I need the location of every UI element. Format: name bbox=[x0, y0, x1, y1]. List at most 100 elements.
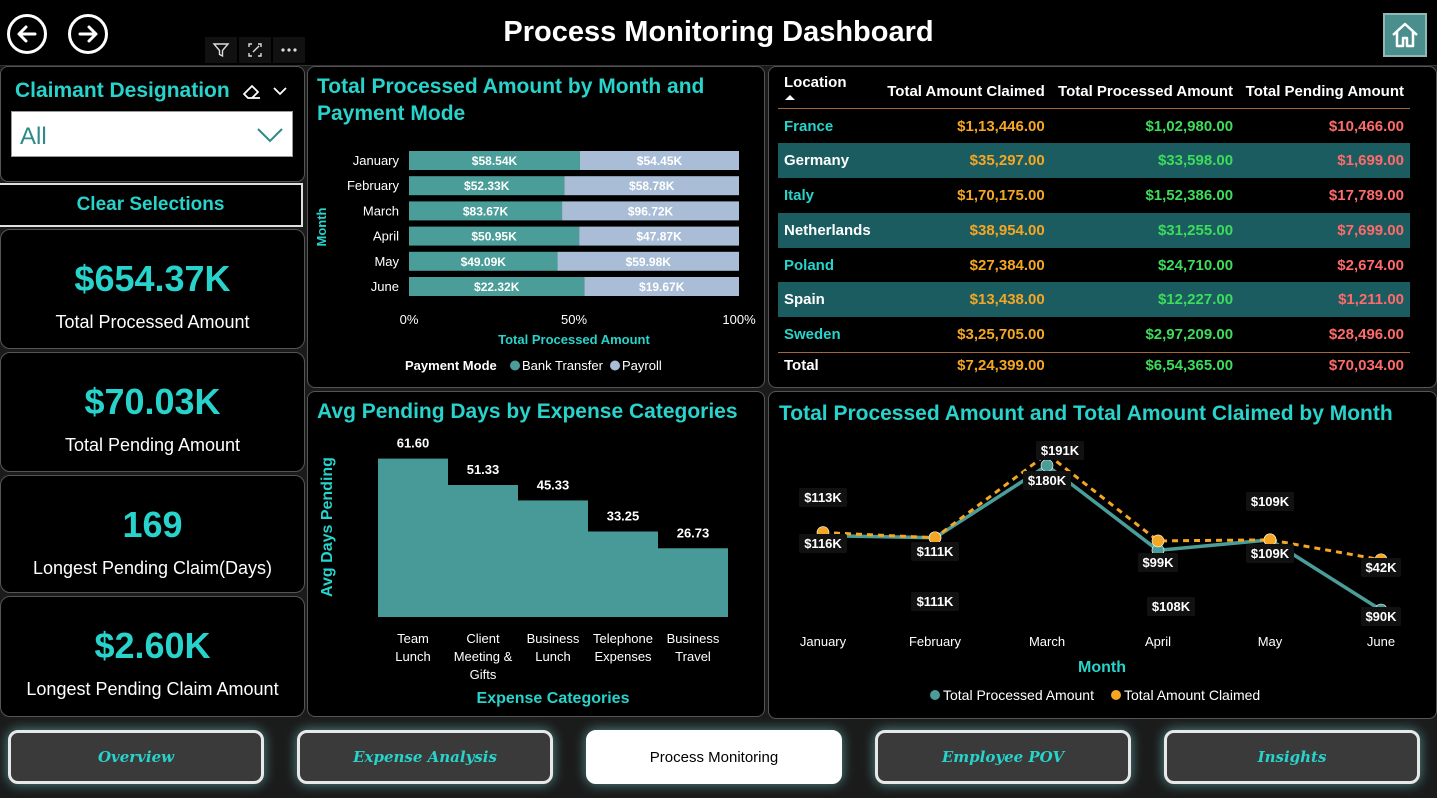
kpi-total-pending: $70.03K Total Pending Amount bbox=[0, 352, 305, 472]
location-cell: Netherlands bbox=[778, 212, 881, 248]
data-label: $50.95K bbox=[471, 230, 517, 244]
slicer-dropdown[interactable]: All bbox=[11, 111, 293, 157]
tab-expense-analysis[interactable]: Expense Analysis bbox=[297, 730, 553, 784]
data-label: $109K bbox=[1251, 546, 1290, 561]
data-label: $180K bbox=[1028, 473, 1067, 488]
clear-selections-button[interactable]: Clear Selections bbox=[0, 183, 303, 227]
kpi-value: $2.60K bbox=[94, 625, 211, 666]
table-row[interactable]: Italy $1,70,175.00 $1,52,386.00 $17,789.00 bbox=[778, 178, 1410, 213]
bar-pending-days[interactable] bbox=[518, 500, 588, 617]
x-tick-label: May bbox=[1258, 634, 1283, 649]
data-label: $99K bbox=[1142, 555, 1174, 570]
page-title: Process Monitoring Dashboard bbox=[503, 16, 934, 48]
amount-cell: $7,699.00 bbox=[1239, 212, 1410, 248]
category-label: Client bbox=[466, 631, 500, 646]
tab-insights[interactable]: Insights bbox=[1164, 730, 1420, 784]
amount-cell: $1,211.00 bbox=[1239, 282, 1410, 318]
data-label: $22.32K bbox=[474, 280, 520, 294]
x-tick-label: January bbox=[800, 634, 847, 649]
table-row[interactable]: Poland $27,384.00 $24,710.00 $2,674.00 bbox=[778, 248, 1410, 283]
claimed-point[interactable] bbox=[928, 531, 942, 545]
category-label: January bbox=[353, 153, 400, 168]
category-label: Business bbox=[527, 631, 580, 646]
slicer-selected-value: All bbox=[20, 123, 47, 150]
kpi-label: Total Processed Amount bbox=[55, 312, 250, 332]
amount-cell: $13,438.00 bbox=[880, 282, 1051, 318]
data-label: 45.33 bbox=[537, 477, 570, 492]
x-tick-label: March bbox=[1029, 634, 1065, 649]
legend-title: Payment Mode bbox=[405, 358, 497, 373]
x-tick-label: 50% bbox=[561, 312, 587, 327]
data-label: $42K bbox=[1365, 560, 1397, 575]
table-row[interactable]: France $1,13,446.00 $1,02,980.00 $10,466.00 bbox=[778, 109, 1410, 144]
data-label: $47.87K bbox=[636, 230, 682, 244]
bar-pending-days[interactable] bbox=[658, 548, 728, 617]
data-label: $52.33K bbox=[464, 179, 510, 193]
bar-pending-days[interactable] bbox=[378, 458, 448, 617]
data-label: $109K bbox=[1251, 494, 1290, 509]
col-total-claimed[interactable]: Total Amount Claimed bbox=[881, 74, 1051, 109]
x-tick-label: 0% bbox=[400, 312, 419, 327]
data-label: 61.60 bbox=[397, 436, 430, 451]
location-cell: Poland bbox=[784, 256, 835, 274]
amount-cell: $2,674.00 bbox=[1337, 256, 1404, 274]
location-table: Location Total Amount Claimed Total Proc… bbox=[778, 74, 1410, 378]
category-label: Meeting & bbox=[454, 649, 513, 664]
y-axis-label: Month bbox=[314, 207, 329, 246]
legend-label: Total Amount Claimed bbox=[1124, 687, 1260, 703]
amount-cell: $10,466.00 bbox=[1328, 117, 1404, 135]
data-label: $19.67K bbox=[639, 280, 685, 294]
x-tick-label: February bbox=[909, 634, 962, 649]
tab-process-monitoring[interactable]: Process Monitoring bbox=[586, 730, 842, 784]
legend-marker-bank bbox=[510, 360, 520, 371]
data-label: $49.09K bbox=[461, 255, 507, 269]
kpi-longest-pending-amount: $2.60K Longest Pending Claim Amount bbox=[0, 596, 305, 717]
kpi-total-processed: $654.37K Total Processed Amount bbox=[0, 229, 305, 349]
legend-marker-processed bbox=[930, 690, 940, 700]
amount-cell: $31,255.00 bbox=[1050, 212, 1240, 248]
pending-days-panel: Avg Pending Days by Expense Categories A… bbox=[307, 391, 765, 717]
x-tick-label: June bbox=[1367, 634, 1395, 649]
eraser-icon[interactable] bbox=[241, 81, 263, 101]
stacked-bar-panel: Total Processed Amount by Month and Paym… bbox=[307, 66, 765, 388]
page-tabs: Overview Expense Analysis Process Monito… bbox=[0, 722, 1437, 798]
total-label: Total bbox=[784, 356, 819, 374]
data-label: $58.54K bbox=[472, 154, 518, 168]
processed-point[interactable] bbox=[1040, 459, 1054, 472]
category-label: Team bbox=[397, 631, 429, 646]
amount-cell: $1,70,175.00 bbox=[957, 186, 1045, 204]
home-button[interactable] bbox=[1383, 13, 1427, 57]
category-label: Travel bbox=[675, 649, 711, 664]
data-label: $83.67K bbox=[463, 204, 509, 218]
table-row[interactable]: Spain $13,438.00 $12,227.00 $1,211.00 bbox=[778, 282, 1410, 318]
tab-employee-pov[interactable]: Employee POV bbox=[875, 730, 1131, 784]
x-tick-label: 100% bbox=[722, 312, 756, 327]
slicer-title: Claimant Designation bbox=[15, 79, 230, 102]
data-label: $59.98K bbox=[626, 255, 672, 269]
bar-pending-days[interactable] bbox=[448, 485, 518, 617]
x-tick-label: April bbox=[1145, 634, 1171, 649]
col-location[interactable]: Location bbox=[778, 74, 881, 109]
amount-cell: $38,954.00 bbox=[880, 212, 1051, 248]
data-label: $113K bbox=[804, 490, 842, 505]
amount-cell: $28,496.00 bbox=[1328, 325, 1404, 343]
category-label: February bbox=[347, 178, 400, 193]
amount-cell: $27,384.00 bbox=[969, 256, 1045, 274]
chevron-down-icon[interactable] bbox=[271, 81, 289, 101]
data-label: $116K bbox=[804, 536, 842, 551]
amount-cell: $1,02,980.00 bbox=[1145, 117, 1234, 135]
total-amount-cell: $6,54,365.00 bbox=[1145, 356, 1234, 374]
amount-cell: $1,52,386.00 bbox=[1145, 186, 1234, 204]
claimed-point[interactable] bbox=[1151, 534, 1165, 548]
col-total-pending[interactable]: Total Pending Amount bbox=[1239, 74, 1410, 109]
kpi-value: $70.03K bbox=[84, 381, 221, 422]
total-amount-cell: $70,034.00 bbox=[1328, 356, 1404, 374]
table-row[interactable]: Sweden $3,25,705.00 $2,97,209.00 $28,496.00 bbox=[778, 317, 1410, 352]
table-row[interactable]: Germany $35,297.00 $33,598.00 $1,699.00 bbox=[778, 143, 1410, 179]
tab-overview[interactable]: Overview bbox=[8, 730, 264, 784]
table-row[interactable]: Netherlands $38,954.00 $31,255.00 $7,699.00 bbox=[778, 212, 1410, 248]
col-total-processed[interactable]: Total Processed Amount bbox=[1051, 74, 1239, 109]
legend-label: Total Processed Amount bbox=[943, 687, 1094, 703]
pending-days-chart: Avg Days Pending 61.60 Team Lunch 51.33 Clien… bbox=[319, 436, 728, 707]
bar-pending-days[interactable] bbox=[588, 531, 658, 618]
